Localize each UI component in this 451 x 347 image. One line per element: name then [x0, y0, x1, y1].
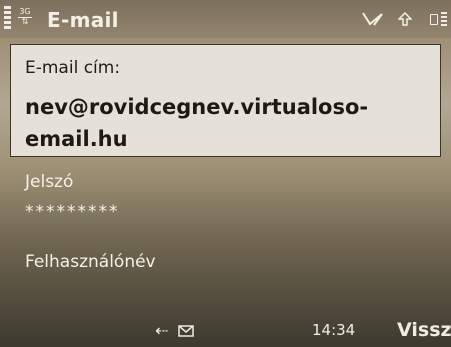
- back-softkey[interactable]: Vissza: [397, 319, 451, 341]
- upload-arrow-icon: [398, 12, 412, 26]
- battery-level-icon: [441, 12, 447, 28]
- envelope-icon: [177, 325, 194, 337]
- usb-icon: ⇠: [155, 321, 169, 340]
- status-bar: 3G ⇅ E-mail: [0, 0, 451, 38]
- email-label: E-mail cím:: [25, 58, 121, 78]
- network-3g-icon: 3G ⇅: [18, 7, 32, 26]
- msg-send-icon: [362, 12, 383, 26]
- username-label: Felhasználónév: [25, 252, 156, 272]
- app-title: E-mail: [47, 8, 119, 32]
- clock: 14:34: [312, 321, 356, 339]
- battery-icon: [430, 14, 438, 25]
- password-field[interactable]: *********: [25, 202, 120, 222]
- email-value[interactable]: nev@rovidcegnev.virtualoso-email.hu: [25, 91, 445, 155]
- password-label: Jelszó: [25, 172, 74, 192]
- softkey-icons: ⇠: [155, 321, 194, 340]
- signal-strength-icon: [4, 6, 11, 32]
- softkey-bar: ⇠ 14:34 Vissza: [0, 310, 451, 347]
